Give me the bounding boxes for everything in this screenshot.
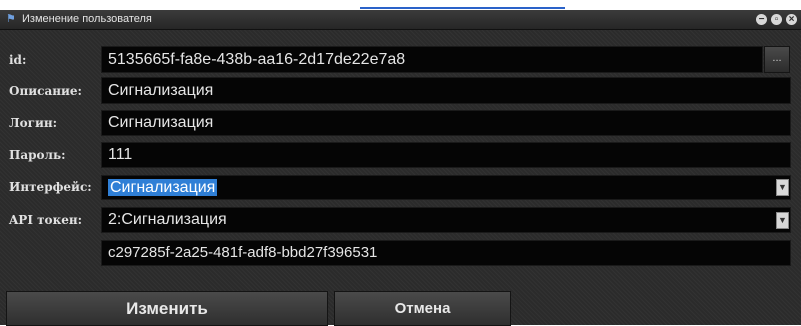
id-browse-button[interactable]: ...: [764, 46, 790, 73]
minimize-icon[interactable]: −: [756, 14, 767, 25]
change-button[interactable]: Изменить: [6, 291, 328, 326]
description-label: Описание:: [9, 84, 82, 98]
interface-select[interactable]: Сигнализация: [101, 175, 791, 200]
password-field[interactable]: 111: [101, 142, 791, 168]
window-title: Изменение пользователя: [22, 13, 152, 25]
id-label: id:: [9, 53, 27, 67]
api-token-select[interactable]: 2:Сигнализация: [101, 207, 791, 233]
cancel-button[interactable]: Отмена: [334, 291, 511, 326]
api-token-value-field[interactable]: c297285f-2a25-481f-adf8-bbd27f396531: [101, 240, 791, 266]
title-bar[interactable]: ⚑ Изменение пользователя − ▫ ×: [0, 10, 801, 30]
close-icon[interactable]: ×: [786, 14, 797, 25]
flag-icon: ⚑: [6, 13, 16, 25]
interface-selected-value: Сигнализация: [108, 179, 218, 196]
restore-icon[interactable]: ▫: [771, 14, 782, 25]
description-field[interactable]: Сигнализация: [101, 77, 791, 104]
chevron-down-icon[interactable]: ▼: [776, 212, 789, 229]
password-label: Пароль:: [9, 148, 66, 162]
background-link-underline: [360, 7, 565, 9]
api-token-label: API токен:: [9, 213, 83, 227]
interface-label: Интерфейс:: [9, 180, 92, 194]
chevron-down-icon[interactable]: ▼: [776, 179, 789, 196]
id-field[interactable]: 5135665f-fa8e-438b-aa16-2d17de22e7a8: [101, 46, 763, 73]
edit-user-dialog: ⚑ Изменение пользователя − ▫ × id: 51356…: [0, 10, 801, 326]
login-label: Логин:: [9, 116, 58, 130]
login-field[interactable]: Сигнализация: [101, 110, 791, 136]
